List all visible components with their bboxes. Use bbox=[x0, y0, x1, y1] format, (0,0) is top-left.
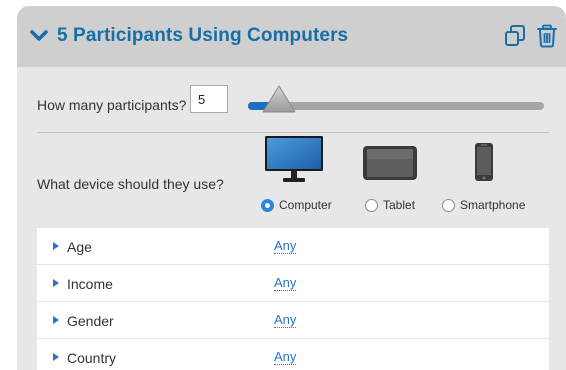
card-title: 5 Participants Using Computers bbox=[57, 25, 349, 46]
desktop-monitor-icon[interactable] bbox=[264, 135, 324, 185]
criteria-value-link[interactable]: Any bbox=[274, 238, 297, 254]
criteria-list: Age Any Income Any Gender Any Country An… bbox=[37, 228, 549, 370]
participant-count-label: How many participants? bbox=[37, 97, 187, 113]
expand-arrow-icon[interactable] bbox=[53, 316, 59, 324]
device-option-computer[interactable]: Computer bbox=[257, 135, 357, 215]
criteria-row-income[interactable]: Income Any bbox=[37, 265, 549, 302]
computer-radio[interactable] bbox=[261, 198, 274, 212]
device-option-tablet[interactable]: Tablet bbox=[362, 135, 442, 215]
participant-group-card: 5 Participants Using Computers How many … bbox=[17, 6, 566, 370]
section-divider bbox=[37, 132, 549, 133]
criteria-name: Country bbox=[67, 350, 117, 366]
copy-icon[interactable] bbox=[504, 24, 526, 48]
tablet-radio[interactable] bbox=[365, 198, 378, 212]
computer-radio-label: Computer bbox=[279, 198, 332, 212]
smartphone-radio-label: Smartphone bbox=[460, 198, 526, 212]
tablet-radio-label: Tablet bbox=[383, 198, 416, 212]
criteria-row-gender[interactable]: Gender Any bbox=[37, 302, 549, 339]
participant-count-input[interactable] bbox=[190, 85, 228, 113]
criteria-name: Gender bbox=[67, 313, 114, 329]
expand-arrow-icon[interactable] bbox=[53, 353, 59, 361]
expand-arrow-icon[interactable] bbox=[53, 242, 59, 250]
smartphone-radio[interactable] bbox=[442, 198, 455, 212]
smartphone-icon[interactable] bbox=[474, 142, 494, 182]
chevron-down-icon[interactable] bbox=[30, 29, 48, 43]
expand-arrow-icon[interactable] bbox=[53, 279, 59, 287]
criteria-value-link[interactable]: Any bbox=[274, 275, 297, 291]
slider-thumb[interactable] bbox=[261, 84, 297, 114]
criteria-value-link[interactable]: Any bbox=[274, 349, 297, 365]
participant-count-row: How many participants? bbox=[17, 67, 566, 127]
criteria-name: Age bbox=[67, 239, 92, 255]
criteria-row-country[interactable]: Country Any bbox=[37, 339, 549, 370]
criteria-value-link[interactable]: Any bbox=[274, 312, 297, 328]
tablet-icon[interactable] bbox=[362, 145, 418, 181]
criteria-row-age[interactable]: Age Any bbox=[37, 228, 549, 265]
trash-icon[interactable] bbox=[536, 24, 558, 48]
device-option-smartphone[interactable]: Smartphone bbox=[441, 135, 551, 215]
device-question-label: What device should they use? bbox=[37, 176, 224, 192]
card-header[interactable]: 5 Participants Using Computers bbox=[17, 6, 566, 67]
criteria-name: Income bbox=[67, 276, 113, 292]
page: 5 Participants Using Computers How many … bbox=[0, 0, 566, 370]
